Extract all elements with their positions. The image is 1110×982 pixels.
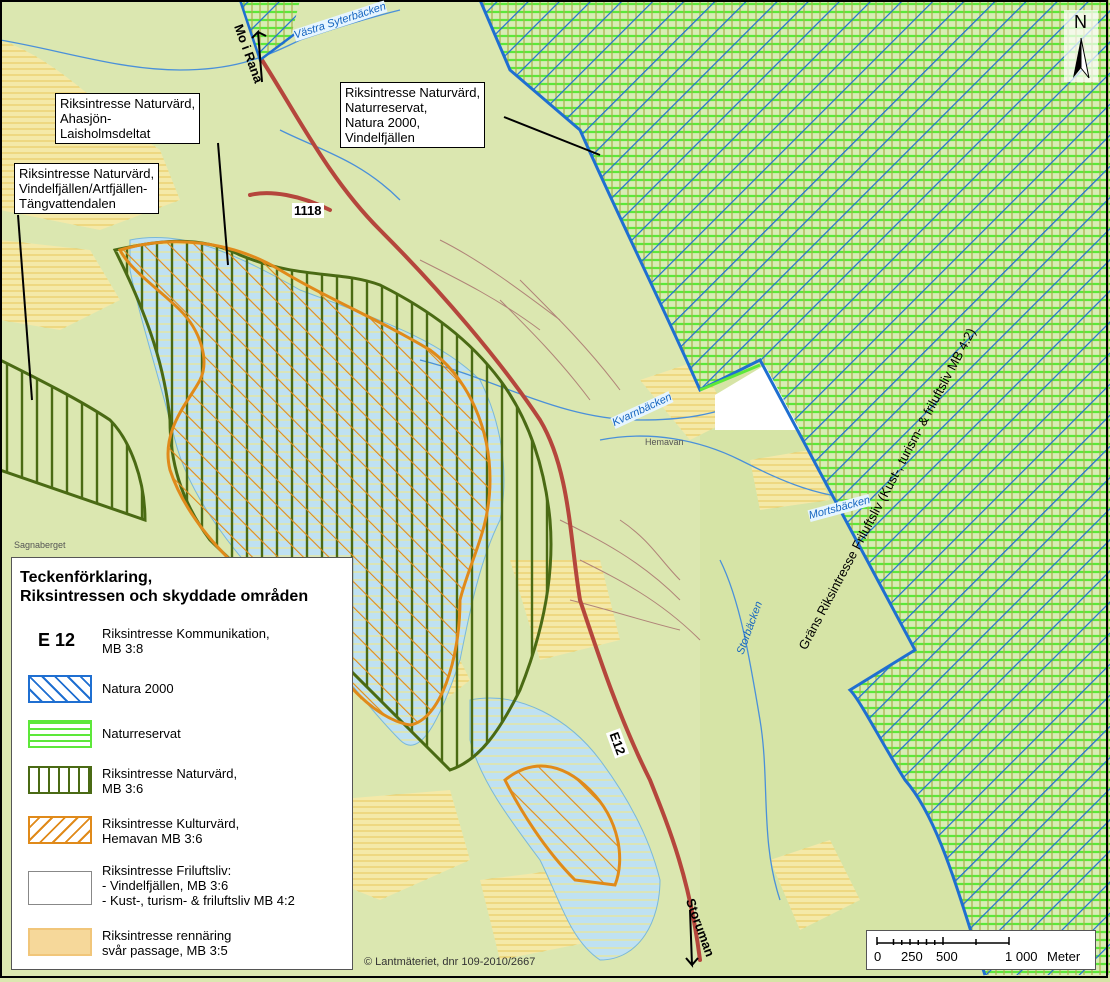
scale-tick-250: 250 xyxy=(901,949,923,964)
legend-swatch-naturreservat xyxy=(28,720,92,748)
legend-label: Riksintresse Kulturvärd, Hemavan MB 3:6 xyxy=(102,816,240,846)
legend-swatch-naturvard xyxy=(28,766,92,794)
legend-swatch-rennaring xyxy=(28,928,92,956)
legend-title: Teckenförklaring, Riksintressen och skyd… xyxy=(20,569,309,605)
copyright-notice: © Lantmäteriet, dnr 109-2010/2667 xyxy=(364,956,536,968)
legend-label: Riksintresse Friluftsliv: - Vindelfjälle… xyxy=(102,863,295,908)
legend-label: Natura 2000 xyxy=(102,681,174,696)
legend-swatch-kulturvard xyxy=(28,816,92,844)
legend-label: Riksintresse rennäring svår passage, MB … xyxy=(102,928,232,958)
scale-bar-ticks xyxy=(876,937,1010,945)
road-1118-label: 1118 xyxy=(292,203,324,218)
north-arrow: N xyxy=(1064,10,1098,82)
legend-label: Riksintresse Kommunikation, MB 3:8 xyxy=(102,626,270,656)
scale-tick-500: 500 xyxy=(936,949,958,964)
north-letter: N xyxy=(1074,12,1087,32)
legend-swatch-natura2000 xyxy=(28,675,92,703)
scale-bar: 0 250 500 1 000 Meter xyxy=(866,930,1096,970)
legend-swatch-friluftsliv xyxy=(28,871,92,905)
place-sagnaberget-label: Sagnaberget xyxy=(14,540,66,550)
scale-unit: Meter xyxy=(1047,949,1081,964)
legend-label: Riksintresse Naturvärd, MB 3:6 xyxy=(102,766,238,796)
place-hemavan-label: Hemavan xyxy=(645,437,684,447)
callout-naturvard-vindelfjallen: Riksintresse Naturvärd, Vindelfjällen/Ar… xyxy=(14,163,160,214)
legend-e12-symbol: E 12 xyxy=(38,630,76,650)
callout-naturvard-reservat: Riksintresse Naturvärd, Naturreservat, N… xyxy=(340,82,486,148)
legend-label: Naturreservat xyxy=(102,726,181,741)
scale-tick-1000: 1 000 xyxy=(1005,949,1038,964)
scale-tick-0: 0 xyxy=(874,949,882,964)
callout-naturvard-ahasjon: Riksintresse Naturvärd, Ahasjön- Laishol… xyxy=(55,93,201,144)
map-legend: Teckenförklaring, Riksintressen och skyd… xyxy=(11,557,353,970)
map-canvas[interactable]: 1118 E12 Mo i Rana Storuman Västra Syter… xyxy=(0,0,1110,982)
